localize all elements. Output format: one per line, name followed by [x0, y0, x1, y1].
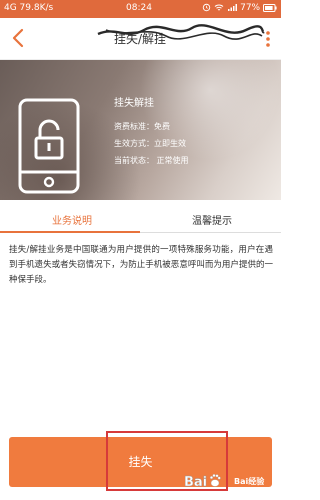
baidu-watermark: Bai Bai经验 [182, 468, 278, 496]
watermark-text: Bai经验 [234, 477, 265, 486]
battery-icon [263, 3, 277, 12]
clock: 08:24 [126, 3, 152, 13]
svg-text:Bai: Bai [184, 475, 207, 490]
wifi-icon [215, 4, 224, 11]
fee-standard: 资费标准：免费 [114, 122, 170, 131]
signal-icon [228, 4, 238, 11]
tab-business-description[interactable]: 业务说明 [12, 212, 132, 227]
phone-lock-icon [18, 98, 80, 194]
battery-percent: 77% [240, 3, 261, 13]
active-tab-indicator [0, 231, 140, 233]
more-options-icon[interactable] [265, 30, 271, 48]
baidu-paw-icon: Bai [184, 474, 221, 490]
tab-bar: 业务说明 温馨提示 [0, 207, 281, 233]
service-name: 挂失解挂 [114, 98, 154, 109]
redaction-scribble [97, 24, 265, 40]
service-description: 挂失/解挂业务是中国联通为用户提供的一项特殊服务功能，用户在遇到手机遗失或者失窃… [9, 245, 273, 285]
network-speed: 4G 79.8K/s [4, 3, 54, 13]
alarm-icon [203, 3, 211, 12]
status-bar: 4G 79.8K/s 08:24 77% [0, 0, 281, 18]
header: 挂失/解挂 [0, 18, 281, 60]
current-status: 当前状态： 正常使用 [114, 156, 189, 165]
tab-warm-tips[interactable]: 温馨提示 [152, 212, 272, 227]
effect-method: 生效方式：立即生效 [114, 139, 186, 148]
back-arrow-icon[interactable] [8, 27, 30, 49]
